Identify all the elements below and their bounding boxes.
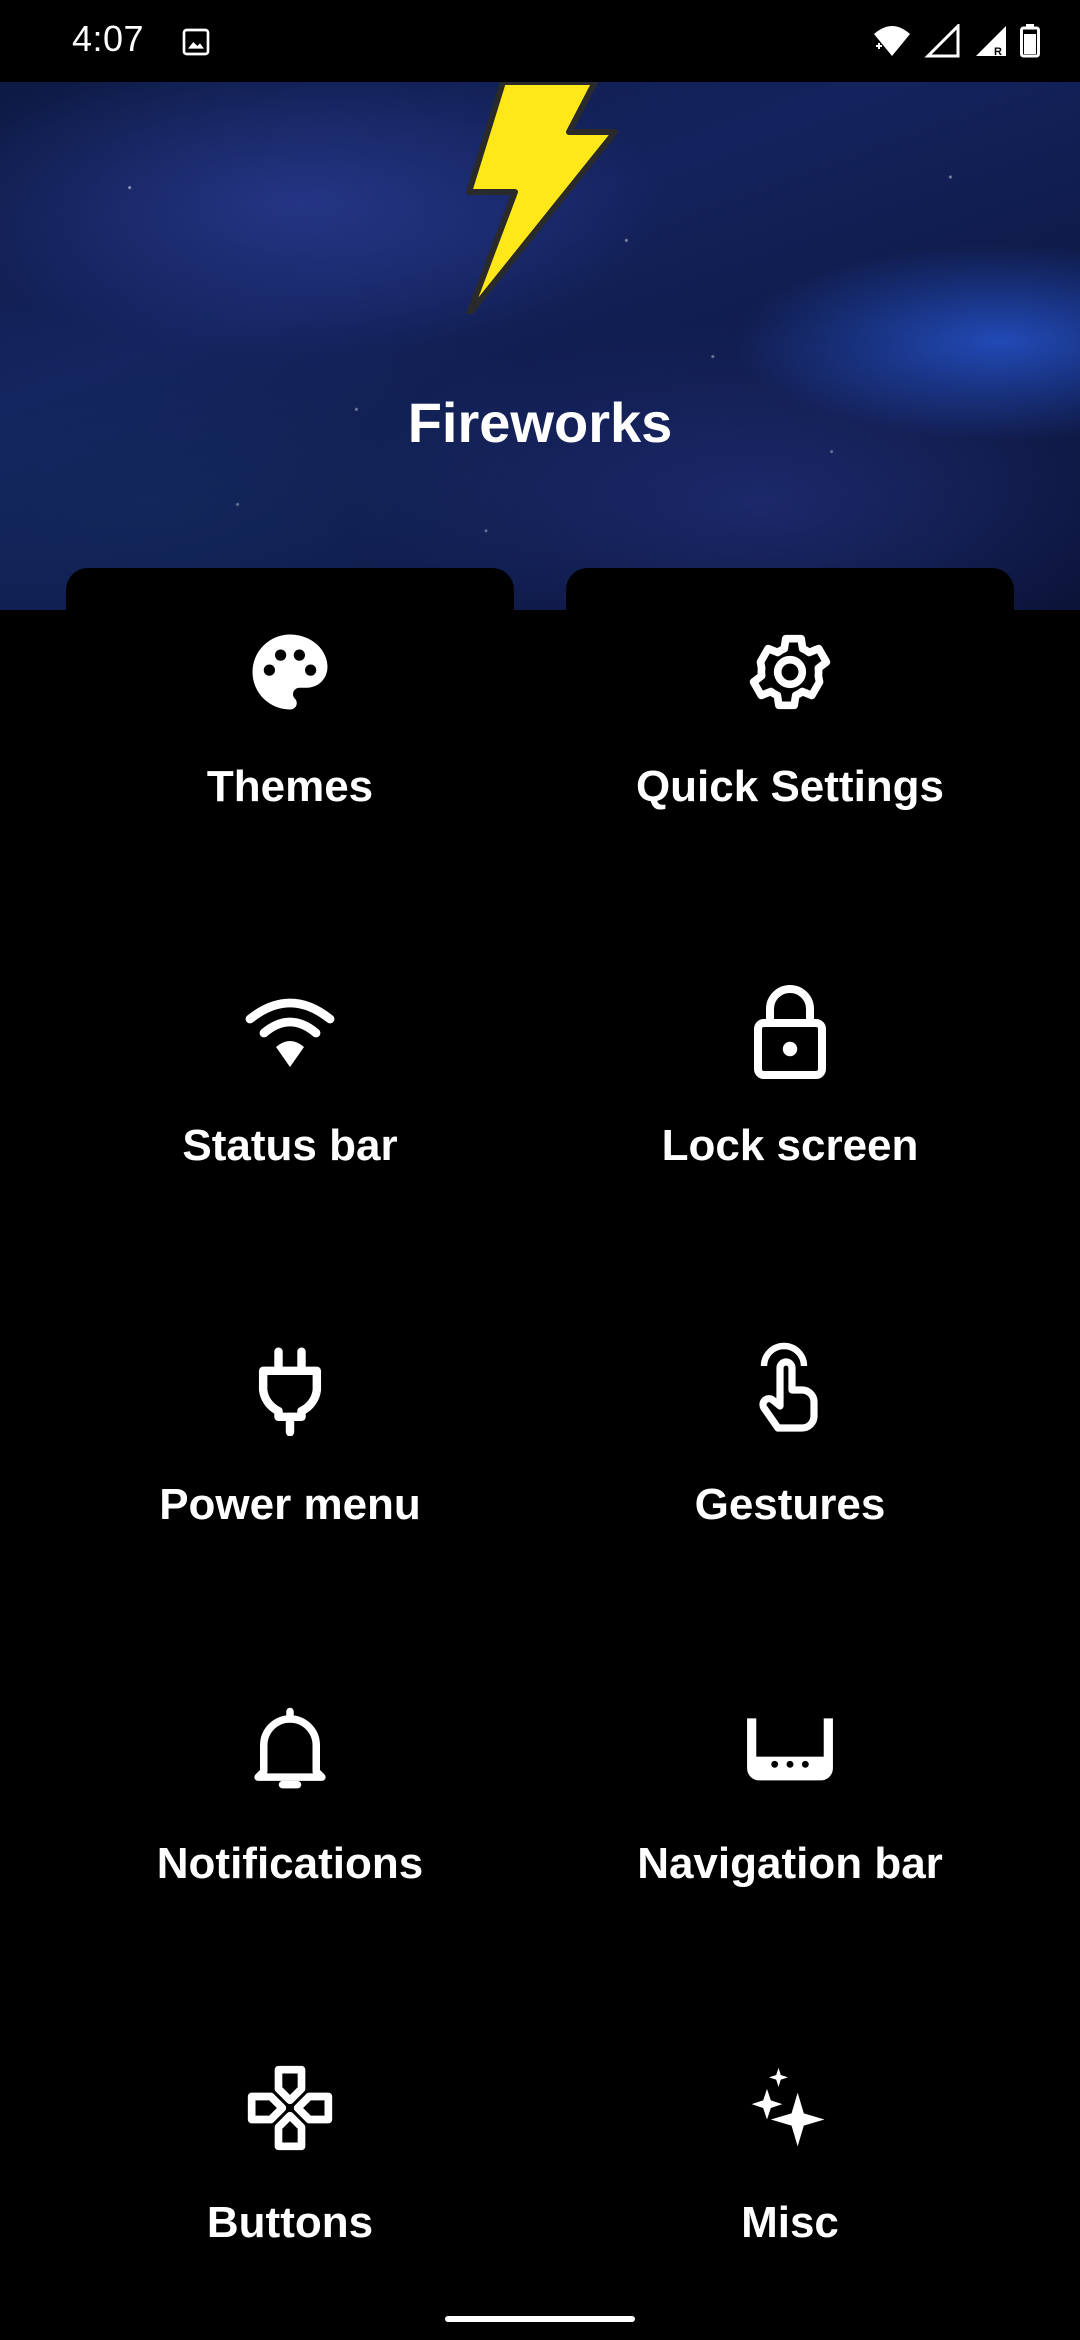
- navigation-bar-icon: [742, 1701, 838, 1797]
- battery-icon: [1020, 24, 1040, 58]
- menu-item-power-menu[interactable]: Power menu: [40, 1328, 540, 1687]
- status-time: 4:07: [72, 18, 145, 59]
- menu-item-label: Misc: [741, 2198, 839, 2247]
- image-notification-icon: [182, 28, 210, 56]
- lock-icon: [742, 983, 838, 1079]
- touch-gesture-icon: [742, 1342, 838, 1438]
- svg-text:R: R: [994, 46, 1002, 58]
- menu-item-label: Navigation bar: [637, 1839, 943, 1888]
- menu-item-buttons[interactable]: Buttons: [40, 2046, 540, 2340]
- gear-icon: [742, 624, 838, 720]
- menu-item-gestures[interactable]: Gestures: [540, 1328, 1040, 1687]
- wifi-icon: [874, 26, 910, 56]
- menu-item-quick-settings[interactable]: Quick Settings: [540, 610, 1040, 969]
- home-indicator[interactable]: [445, 2316, 635, 2322]
- menu-item-label: Status bar: [182, 1121, 398, 1170]
- signal-roaming-icon: R: [976, 26, 1006, 58]
- menu-grid: Themes Quick Settings Status bar Lock sc…: [40, 610, 1040, 2340]
- menu-item-label: Themes: [206, 762, 374, 811]
- app-title: Fireworks: [407, 391, 673, 454]
- wifi-icon: [242, 983, 338, 1079]
- menu-item-misc[interactable]: Misc: [540, 2046, 1040, 2340]
- status-bar: 4:07 R: [0, 0, 1080, 82]
- signal-icon: [924, 24, 960, 58]
- palette-icon: [242, 624, 338, 720]
- gamepad-icon: [242, 2060, 338, 2156]
- sparkles-icon: [742, 2060, 838, 2156]
- menu-item-navigation-bar[interactable]: Navigation bar: [540, 1687, 1040, 2046]
- power-plug-icon: [242, 1342, 338, 1438]
- status-icons: R: [872, 20, 1040, 62]
- menu-item-label: Notifications: [156, 1839, 424, 1888]
- menu-item-label: Lock screen: [661, 1121, 919, 1170]
- menu-item-label: Gestures: [694, 1480, 886, 1529]
- menu-item-label: Quick Settings: [635, 762, 945, 811]
- bell-icon: [242, 1701, 338, 1797]
- menu-item-label: Power menu: [159, 1480, 421, 1529]
- menu-item-status-bar[interactable]: Status bar: [40, 969, 540, 1328]
- menu-item-themes[interactable]: Themes: [40, 610, 540, 969]
- lightning-bolt-icon: [466, 82, 618, 314]
- app-screen: 4:07 R Fireworks Themes Quick Settings S…: [0, 0, 1080, 2340]
- menu-item-label: Buttons: [206, 2198, 374, 2247]
- menu-item-lock-screen[interactable]: Lock screen: [540, 969, 1040, 1328]
- menu-item-notifications[interactable]: Notifications: [40, 1687, 540, 2046]
